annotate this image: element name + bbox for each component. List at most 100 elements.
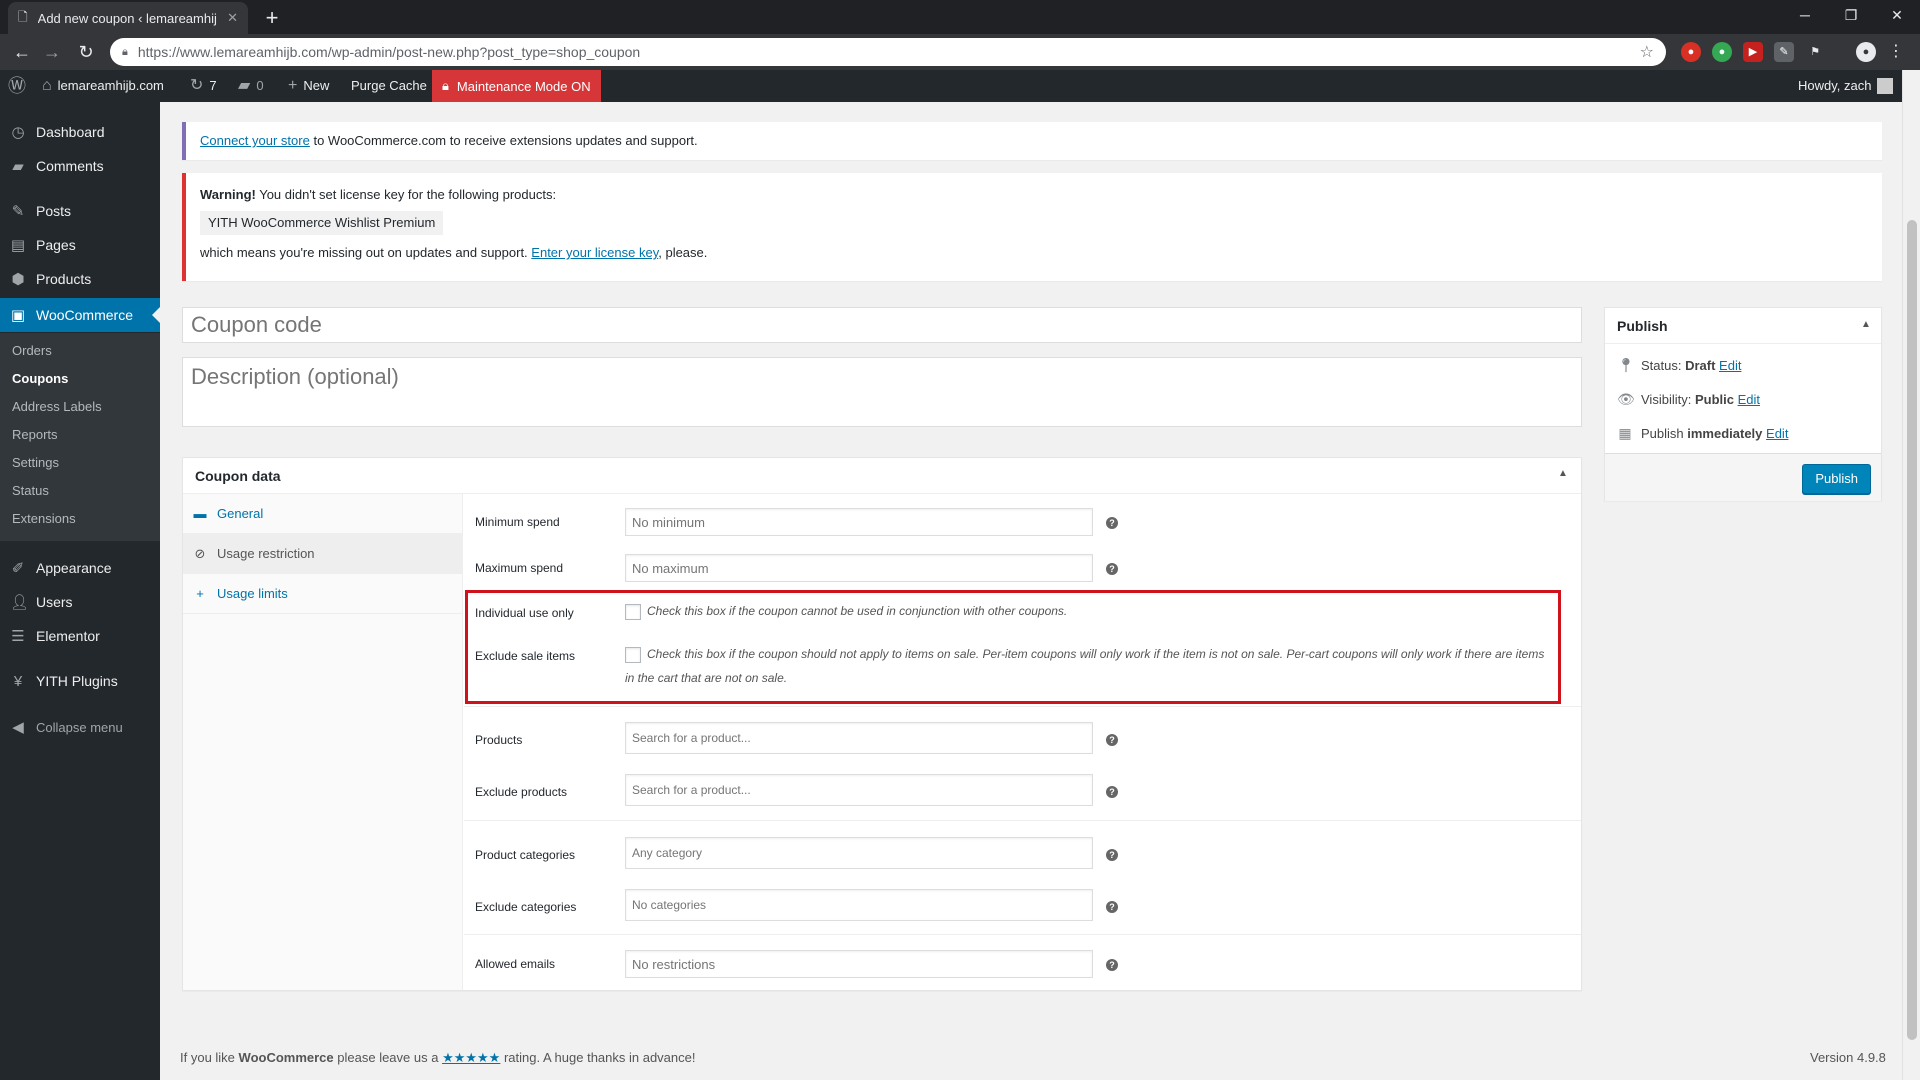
sidebar-item-pages[interactable]: ▤ Pages: [0, 228, 160, 262]
tab-usage-limits[interactable]: + Usage limits: [183, 574, 462, 614]
min-spend-input[interactable]: [625, 508, 1093, 536]
menu-dots-icon[interactable]: ⋮: [1886, 42, 1906, 62]
url-text: https://www.lemareamhijb.com/wp-admin/po…: [137, 44, 641, 60]
back-icon[interactable]: ←: [10, 40, 34, 64]
purge-cache-link[interactable]: Purge Cache: [351, 70, 427, 102]
sidebar-item-appearance[interactable]: ✐ Appearance: [0, 551, 160, 585]
extension-pen-icon[interactable]: ✎: [1774, 42, 1794, 62]
lock-icon: 🔒︎: [442, 78, 449, 93]
tab-general[interactable]: ▬ General: [183, 494, 462, 534]
description-textarea[interactable]: [182, 357, 1582, 427]
page-icon: 🗋: [18, 9, 28, 24]
products-search-input[interactable]: [625, 722, 1093, 754]
product-categories-input[interactable]: [625, 837, 1093, 869]
publish-button[interactable]: Publish: [1802, 464, 1871, 494]
close-tab-icon[interactable]: ✕: [227, 10, 238, 26]
comments-icon: ▰: [12, 158, 24, 175]
new-tab-button[interactable]: +: [258, 4, 286, 32]
rating-stars-link[interactable]: ★★★★★: [442, 1050, 500, 1065]
divider: [464, 820, 1581, 821]
tab-usage-restriction[interactable]: ⊘ Usage restriction: [183, 534, 462, 574]
individual-use-description: Check this box if the coupon cannot be u…: [647, 604, 1068, 618]
submenu-item-coupons[interactable]: Coupons: [12, 367, 68, 391]
extension-video-icon[interactable]: ▶: [1743, 42, 1763, 62]
collapse-toggle-icon[interactable]: ▲: [1861, 319, 1871, 330]
products-label: Products: [475, 733, 523, 747]
sidebar-item-comments[interactable]: ▰ Comments: [0, 149, 160, 183]
pin-icon: 📍︎: [1617, 356, 1635, 373]
sidebar-item-yith-plugins[interactable]: ¥ YITH Plugins: [0, 664, 160, 698]
maintenance-mode-link[interactable]: 🔒︎ Maintenance Mode ON: [432, 70, 601, 102]
address-bar[interactable]: 🔒︎ https://www.lemareamhijb.com/wp-admin…: [110, 38, 1666, 66]
pages-icon: ▤: [10, 237, 26, 254]
sidebar-item-elementor[interactable]: ☰ Elementor: [0, 619, 160, 653]
max-spend-label: Maximum spend: [475, 561, 564, 575]
allowed-emails-label: Allowed emails: [475, 957, 556, 971]
bookmark-star-icon[interactable]: ☆: [1640, 42, 1654, 62]
close-window-button[interactable]: ✕: [1874, 0, 1920, 30]
exclude-products-search-input[interactable]: [625, 774, 1093, 806]
wordpress-logo-icon[interactable]: Ⓦ: [8, 70, 26, 102]
collapse-toggle-icon[interactable]: ▲: [1558, 468, 1568, 479]
submenu-item-address-labels[interactable]: Address Labels: [12, 395, 102, 419]
max-spend-input[interactable]: [625, 554, 1093, 582]
extension-red-icon[interactable]: ●: [1681, 42, 1701, 62]
plus-icon: +: [288, 77, 298, 94]
help-icon[interactable]: ?: [1106, 849, 1118, 861]
extension-green-icon[interactable]: ●: [1712, 42, 1732, 62]
reload-icon[interactable]: ↻: [74, 40, 98, 64]
sidebar-item-products[interactable]: ⬢ Products: [0, 262, 160, 296]
publish-visibility-row: 👁︎ Visibility: Public Edit: [1617, 390, 1760, 407]
help-icon[interactable]: ?: [1106, 563, 1118, 575]
individual-use-label: Individual use only: [475, 606, 574, 620]
restore-button[interactable]: ❐: [1828, 0, 1874, 30]
brush-icon: ✐: [11, 560, 25, 577]
sidebar-item-users[interactable]: 👤︎ Users: [0, 585, 160, 619]
sidebar-item-posts[interactable]: ✎ Posts: [0, 194, 160, 228]
submenu-item-orders[interactable]: Orders: [12, 339, 52, 363]
comment-icon: ▰: [238, 77, 251, 94]
edit-status-link[interactable]: Edit: [1719, 358, 1741, 373]
extension-flag-icon[interactable]: ⚑: [1805, 42, 1825, 62]
profile-icon[interactable]: ●: [1856, 42, 1876, 62]
submenu-item-extensions[interactable]: Extensions: [12, 507, 76, 531]
updates-link[interactable]: ↻ 7: [190, 70, 217, 102]
browser-toolbar: ← → ↻ 🔒︎ https://www.lemareamhijb.com/wp…: [0, 34, 1920, 70]
edit-schedule-link[interactable]: Edit: [1766, 426, 1788, 441]
individual-use-checkbox[interactable]: [625, 604, 641, 620]
avatar: [1877, 78, 1894, 94]
help-icon[interactable]: ?: [1106, 734, 1118, 746]
page-scrollbar[interactable]: [1902, 70, 1920, 1080]
home-icon: ⌂: [42, 77, 52, 94]
enter-license-link[interactable]: Enter your license key: [531, 245, 658, 260]
exclude-categories-input[interactable]: [625, 889, 1093, 921]
elementor-icon: ☰: [11, 628, 25, 645]
collapse-menu-button[interactable]: ◀ Collapse menu: [0, 710, 160, 744]
my-account-link[interactable]: Howdy, zach: [1798, 70, 1894, 102]
help-icon[interactable]: ?: [1106, 517, 1118, 529]
scrollbar-thumb[interactable]: [1907, 220, 1917, 1040]
submenu-item-status[interactable]: Status: [12, 479, 49, 503]
allowed-emails-input[interactable]: [625, 950, 1093, 978]
calendar-icon: ▦: [1618, 424, 1632, 441]
forward-icon[interactable]: →: [40, 40, 64, 64]
warning-text: Warning! You didn't set license key for …: [200, 187, 557, 202]
edit-visibility-link[interactable]: Edit: [1738, 392, 1760, 407]
connect-store-link[interactable]: Connect your store: [200, 133, 310, 148]
publish-schedule-row: ▦ Publish immediately Edit: [1618, 424, 1789, 441]
new-content-link[interactable]: + New: [288, 70, 329, 102]
help-icon[interactable]: ?: [1106, 959, 1118, 971]
comments-link[interactable]: ▰ 0: [238, 70, 264, 102]
help-icon[interactable]: ?: [1106, 786, 1118, 798]
help-icon[interactable]: ?: [1106, 901, 1118, 913]
exclude-sale-description: Check this box if the coupon should not …: [625, 647, 1545, 685]
site-name-link[interactable]: ⌂ lemareamhijb.com: [42, 70, 164, 102]
submenu-item-reports[interactable]: Reports: [12, 423, 58, 447]
browser-tab[interactable]: 🗋 Add new coupon ‹ lemareamhijb ✕: [8, 2, 248, 34]
coupon-code-input[interactable]: [182, 307, 1582, 343]
connect-notice-text: Connect your store to WooCommerce.com to…: [200, 133, 698, 148]
submenu-item-settings[interactable]: Settings: [12, 451, 59, 475]
sidebar-item-woocommerce[interactable]: ▣ WooCommerce: [0, 298, 160, 332]
minimize-button[interactable]: ─: [1782, 0, 1828, 30]
sidebar-item-dashboard[interactable]: ◷ Dashboard: [0, 115, 160, 149]
